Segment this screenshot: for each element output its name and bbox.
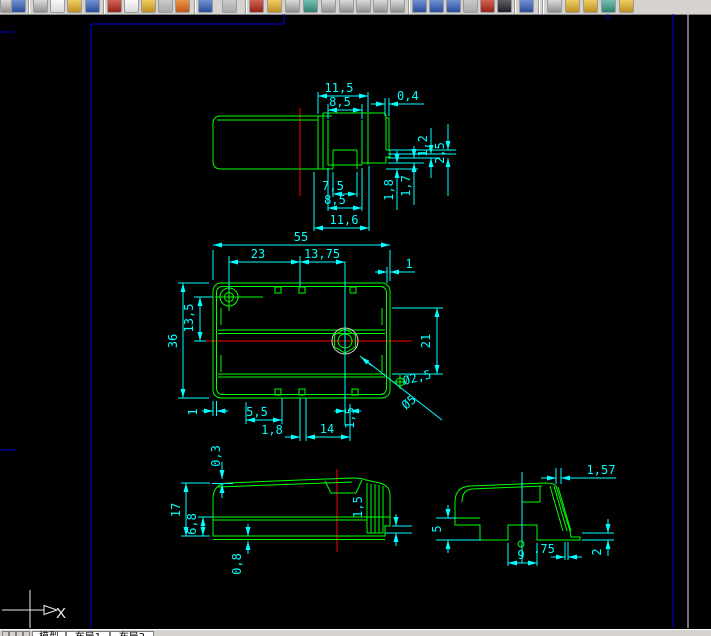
dim-text: 14	[320, 422, 334, 436]
dim-text: Ø5	[399, 392, 419, 412]
match-properties-icon[interactable]	[158, 0, 173, 13]
dim-text: 1,2	[416, 135, 430, 157]
dim-text: 13,75	[304, 247, 340, 261]
hatch-icon[interactable]	[497, 0, 512, 13]
tab-scroll-first-button[interactable]	[2, 631, 9, 636]
dim-style-icon[interactable]	[446, 0, 461, 13]
layers-icon[interactable]	[547, 0, 562, 13]
lock-icon[interactable]	[619, 0, 634, 13]
toolbar	[0, 0, 711, 15]
zoom-dynamic-icon[interactable]	[356, 0, 371, 13]
toolbar-separator	[245, 0, 247, 14]
dim-text: 8,5	[329, 95, 351, 109]
dim-text: 7,5	[322, 179, 344, 193]
tab-layout1[interactable]: 布局1	[66, 631, 110, 636]
help-icon[interactable]	[519, 0, 534, 13]
arrow-down-blue-icon[interactable]	[198, 0, 213, 13]
dim-text: 1,5	[343, 407, 357, 429]
dim-text: 1	[186, 408, 200, 415]
sheet-set-icon[interactable]	[463, 0, 478, 13]
zoom-window-icon[interactable]	[339, 0, 354, 13]
text-style-icon[interactable]	[412, 0, 427, 13]
print-preview-icon[interactable]	[50, 0, 65, 13]
brush-icon[interactable]	[175, 0, 190, 13]
print-icon[interactable]	[33, 0, 48, 13]
dim-text: 36	[166, 334, 180, 348]
zoom-pan-icon[interactable]	[285, 0, 300, 13]
dim-text: 5,5	[246, 405, 268, 419]
dim-text: 1	[405, 257, 412, 271]
dim-text: 11,6	[330, 213, 359, 227]
dim-text: 2	[590, 548, 604, 555]
toolbar-separator	[538, 0, 540, 14]
zoom-scale-icon[interactable]	[373, 0, 388, 13]
cad-application-window: 11,5 8,5 0,4 7,5 8,5 11,6 1,8 1,7 1,2 2,…	[0, 0, 711, 636]
plot-icon[interactable]	[67, 0, 82, 13]
layout-tab-bar: 模型 布局1 布局2	[0, 629, 711, 636]
top-section-view: 11,5 8,5 0,4 7,5 8,5 11,6 1,8 1,7 1,2 2,…	[212, 81, 456, 231]
arrow-down-gray-icon[interactable]	[222, 0, 237, 13]
copy-icon[interactable]	[124, 0, 139, 13]
drawing-canvas[interactable]: 11,5 8,5 0,4 7,5 8,5 11,6 1,8 1,7 1,2 2,…	[0, 14, 711, 629]
orbit-icon[interactable]	[303, 0, 318, 13]
dim-text: 0,3	[209, 445, 223, 467]
tab-model[interactable]: 模型	[32, 631, 66, 636]
zoom-realtime-icon[interactable]	[321, 0, 336, 13]
dim-text: 0,4	[397, 89, 419, 103]
toolbar-separator	[514, 0, 516, 14]
dim-text: 21	[419, 334, 433, 348]
bulb-on-icon[interactable]	[583, 0, 598, 13]
dim-text: 9	[517, 548, 524, 562]
daylight-icon[interactable]	[601, 0, 616, 13]
toolbar-separator	[542, 0, 544, 14]
toolbar-separator	[103, 0, 105, 14]
save-icon[interactable]	[11, 0, 26, 13]
pointer-icon[interactable]	[249, 0, 264, 13]
side-section-view: 0,3 17 6,8 0,8 1,5	[169, 445, 412, 575]
tab-scroll-next-button[interactable]	[16, 631, 23, 636]
dim-text: Ø2,5	[401, 367, 432, 388]
dim-text: 1,8	[261, 423, 283, 437]
paste-icon[interactable]	[141, 0, 156, 13]
toolbar-separator	[408, 0, 410, 14]
table-style-icon[interactable]	[429, 0, 444, 13]
toolbar-separator	[194, 0, 196, 14]
bulb-off-icon[interactable]	[565, 0, 580, 13]
tab-scroll-prev-button[interactable]	[9, 631, 16, 636]
end-section-view: 1,57 5 9 .75 2	[430, 463, 616, 566]
tab-scroll-last-button[interactable]	[23, 631, 30, 636]
dim-text: .75	[533, 542, 555, 556]
dim-text: 5	[430, 525, 444, 532]
dim-text: 11,5	[325, 81, 354, 95]
cut-icon[interactable]	[107, 0, 122, 13]
zoom-center-icon[interactable]	[390, 0, 405, 13]
dim-text: 6,8	[185, 513, 199, 535]
ucs-x-label: X	[56, 605, 66, 622]
dim-text: 2,5	[433, 142, 447, 164]
dim-text: 1,7	[399, 175, 413, 197]
plan-view: 55 23 13,75 1 36 13,5 1 5,5 1,8 14 1,5 2…	[166, 230, 443, 441]
render-icon[interactable]	[480, 0, 495, 13]
toolbar-separator	[28, 0, 30, 14]
dim-text: 8,5	[324, 193, 346, 207]
dim-text: 13,5	[182, 304, 196, 333]
dim-text: 1,8	[382, 179, 396, 201]
hand-icon[interactable]	[267, 0, 282, 13]
dim-text: 1,5	[351, 496, 365, 518]
dim-text: 23	[251, 247, 265, 261]
dim-text: 17	[169, 503, 183, 517]
ucs-icon: X	[2, 590, 66, 628]
dim-text: 1,57	[587, 463, 616, 477]
dim-text: 55	[294, 230, 308, 244]
dim-text: 0,8	[230, 553, 244, 575]
publish-icon[interactable]	[85, 0, 100, 13]
tab-layout2[interactable]: 布局2	[110, 631, 154, 636]
